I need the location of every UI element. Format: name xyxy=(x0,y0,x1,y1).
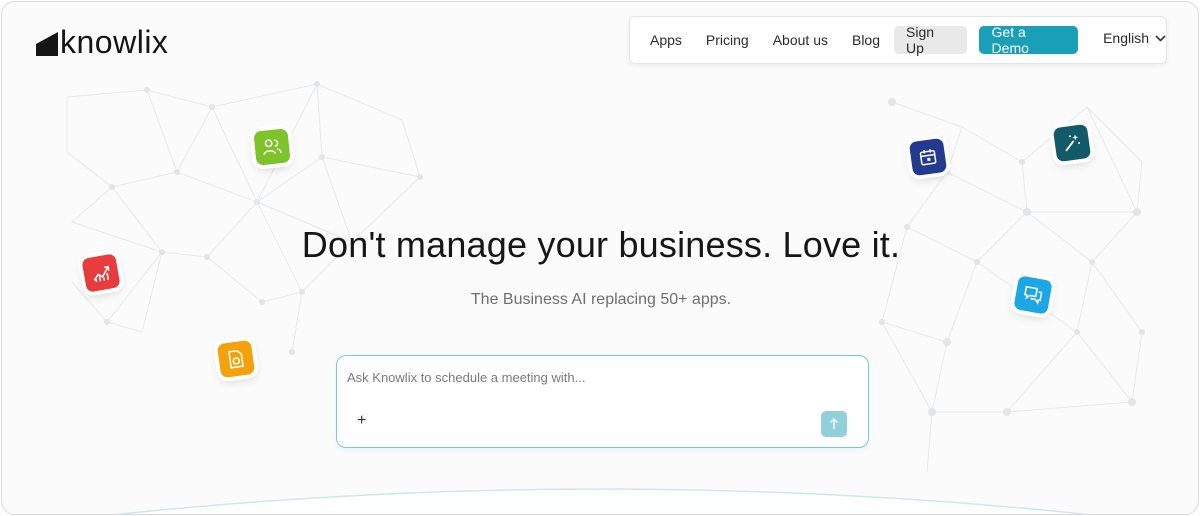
logo-text: knowlix xyxy=(60,24,169,60)
get-a-demo-button[interactable]: Get a Demo xyxy=(978,24,1079,56)
hero-headline: Don't manage your business. Love it. xyxy=(301,224,901,265)
users-icon xyxy=(263,139,282,155)
nav-link-blog[interactable]: Blog xyxy=(842,32,890,48)
chevron-down-icon xyxy=(1155,34,1166,42)
bottom-arc-decoration xyxy=(113,488,1091,514)
nav-link-about-us[interactable]: About us xyxy=(763,32,838,48)
logo-mark-icon xyxy=(36,31,58,56)
brand-logo[interactable]: knowlix xyxy=(36,24,168,61)
app-tile-contacts xyxy=(253,128,291,166)
calendar-icon xyxy=(919,149,937,166)
nav-link-pricing[interactable]: Pricing xyxy=(696,32,759,48)
document-icon xyxy=(228,350,244,369)
app-tile-sales xyxy=(81,253,121,293)
ai-prompt-box: + xyxy=(336,355,869,448)
app-tile-ai-magic xyxy=(1052,123,1092,163)
language-selector[interactable]: English xyxy=(1103,30,1166,46)
app-tile-documents xyxy=(216,339,256,379)
prompt-input[interactable] xyxy=(347,366,847,388)
plus-icon[interactable]: + xyxy=(357,413,366,429)
magic-wand-icon xyxy=(1065,134,1081,152)
send-button[interactable] xyxy=(821,411,847,437)
top-nav: Apps Pricing About us Blog Sign Up Get a… xyxy=(629,16,1167,64)
app-tile-calendar xyxy=(908,137,948,177)
language-label: English xyxy=(1103,30,1149,46)
chat-icon xyxy=(1024,285,1043,305)
page-frame: knowlix Apps Pricing About us Blog Sign … xyxy=(1,1,1199,515)
nav-link-apps[interactable]: Apps xyxy=(640,32,692,48)
arrow-up-icon xyxy=(830,418,838,429)
app-tile-chat xyxy=(1013,275,1053,315)
chart-icon xyxy=(93,265,110,283)
sign-up-button[interactable]: Sign Up xyxy=(894,24,967,56)
